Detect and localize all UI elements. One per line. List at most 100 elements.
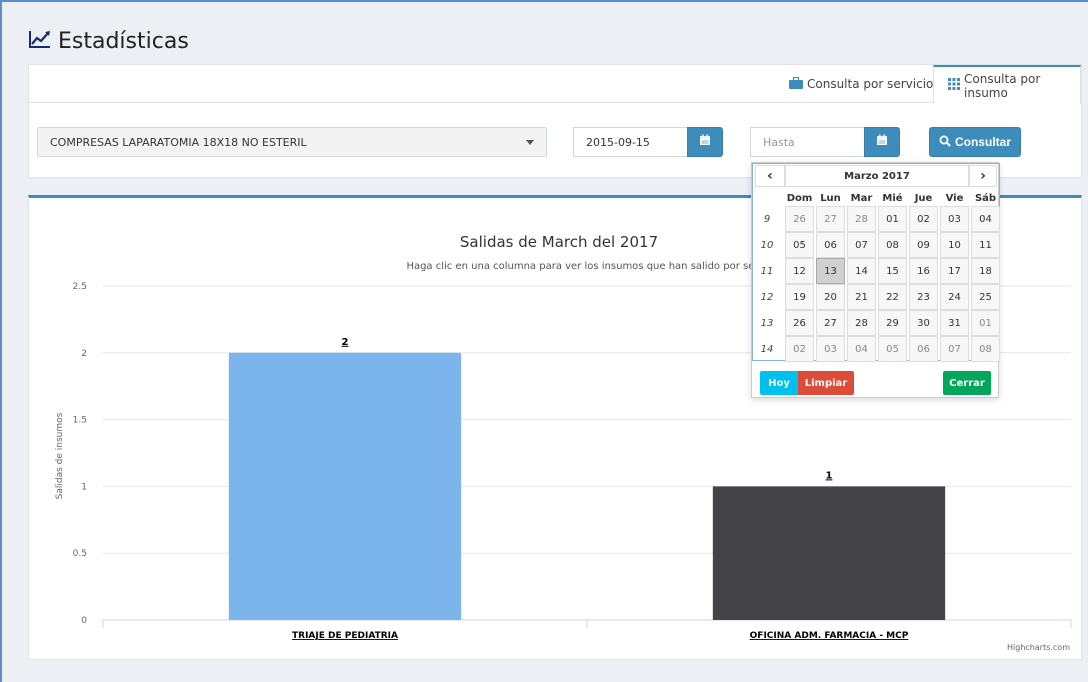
calendar-day[interactable]: 24 bbox=[940, 284, 969, 310]
tab-label: Consulta por servicio bbox=[807, 77, 934, 91]
calendar-day[interactable]: 02 bbox=[909, 206, 938, 232]
next-month-button[interactable]: › bbox=[969, 165, 997, 187]
tab-consulta-insumo[interactable]: Consulta por insumo bbox=[933, 65, 1081, 104]
calendar-day[interactable]: 27 bbox=[816, 206, 845, 232]
bar-data-label[interactable]: 1 bbox=[826, 470, 833, 481]
calendar-day[interactable]: 26 bbox=[785, 310, 814, 336]
y-tick-label: 0 bbox=[81, 616, 87, 626]
y-axis-label: Salidas de insumos bbox=[55, 412, 65, 499]
week-number: 9 bbox=[763, 214, 771, 225]
desde-date-input[interactable]: 2015-09-15 bbox=[573, 127, 689, 157]
datepicker-popup: ‹ Marzo 2017 › Dom Lun Mar Mié Jue Vie Sáb 9 26… bbox=[751, 162, 1000, 398]
caret-down-icon bbox=[526, 140, 534, 145]
week-number: 14 bbox=[760, 344, 774, 355]
calendar-day[interactable]: 23 bbox=[909, 284, 938, 310]
calendar-day[interactable]: 15 bbox=[878, 258, 907, 284]
calendar-day[interactable]: 30 bbox=[909, 310, 938, 336]
chart-credits[interactable]: Highcharts.com bbox=[1007, 643, 1070, 652]
day-of-week: Vie bbox=[945, 193, 964, 204]
chart-title: Salidas de March del 2017 bbox=[460, 233, 658, 251]
calendar-day[interactable]: 12 bbox=[785, 258, 814, 284]
calendar-day[interactable]: 08 bbox=[878, 232, 907, 258]
desde-calendar-button[interactable] bbox=[687, 127, 723, 157]
calendar-day[interactable]: 25 bbox=[971, 284, 1000, 310]
calendar-day[interactable]: 03 bbox=[940, 206, 969, 232]
calendar-day[interactable]: 09 bbox=[909, 232, 938, 258]
calendar-day[interactable]: 16 bbox=[909, 258, 938, 284]
prev-month-button[interactable]: ‹ bbox=[755, 165, 785, 187]
limpiar-button[interactable]: Limpiar bbox=[798, 371, 854, 395]
calendar-day[interactable]: 17 bbox=[940, 258, 969, 284]
day-of-week: Dom bbox=[786, 193, 813, 204]
calendar-day[interactable]: 04 bbox=[847, 336, 876, 362]
day-of-week: Mié bbox=[882, 193, 903, 204]
day-of-week: Sáb bbox=[974, 193, 997, 204]
cerrar-label: Cerrar bbox=[949, 377, 985, 389]
y-tick-label: 1 bbox=[81, 482, 87, 492]
calendar-day[interactable]: 06 bbox=[816, 232, 845, 258]
x-category-label[interactable]: TRIAJE DE PEDIATRIA bbox=[292, 631, 398, 641]
calendar-day[interactable]: 29 bbox=[878, 310, 907, 336]
calendar-day[interactable]: 27 bbox=[816, 310, 845, 336]
product-select-value: COMPRESAS LAPARATOMIA 18X18 NO ESTERIL bbox=[50, 135, 307, 149]
briefcase-icon bbox=[789, 76, 803, 92]
limpiar-label: Limpiar bbox=[804, 377, 848, 389]
calendar-day[interactable]: 21 bbox=[847, 284, 876, 310]
chevron-right-icon: › bbox=[980, 168, 986, 184]
calendar-day[interactable]: 26 bbox=[785, 206, 814, 232]
calendar-day[interactable]: 01 bbox=[878, 206, 907, 232]
week-number: 13 bbox=[760, 318, 774, 329]
calendar-day[interactable]: 05 bbox=[878, 336, 907, 362]
tab-bar: Consulta por servicio Consulta por insum… bbox=[29, 65, 1081, 104]
y-tick-label: 2.5 bbox=[73, 282, 87, 292]
month-label[interactable]: Marzo 2017 bbox=[785, 165, 969, 187]
bar-data-label[interactable]: 2 bbox=[342, 337, 349, 348]
calendar-day[interactable]: 07 bbox=[940, 336, 969, 362]
calendar-icon bbox=[876, 133, 888, 151]
calendar-day[interactable]: 18 bbox=[971, 258, 1000, 284]
y-axis-ticks: 0 0.5 1 1.5 2 2.5 bbox=[73, 282, 88, 626]
chart-subtitle: Haga clic en una columna para ver los in… bbox=[406, 261, 781, 272]
calendar-day[interactable]: 11 bbox=[971, 232, 1000, 258]
calendar-day[interactable]: 08 bbox=[971, 336, 1000, 362]
hasta-date-input[interactable]: Hasta bbox=[750, 127, 866, 157]
x-category-label[interactable]: OFICINA ADM. FARMACIA - MCP bbox=[750, 631, 909, 641]
calendar-day[interactable]: 28 bbox=[847, 310, 876, 336]
calendar-day[interactable]: 05 bbox=[785, 232, 814, 258]
calendar-day[interactable]: 02 bbox=[785, 336, 814, 362]
calendar-day[interactable]: 06 bbox=[909, 336, 938, 362]
calendar-day[interactable]: 13 bbox=[816, 258, 845, 284]
calendar-day[interactable]: 03 bbox=[816, 336, 845, 362]
consultar-button[interactable]: Consultar bbox=[929, 127, 1021, 157]
hoy-button[interactable]: Hoy bbox=[760, 371, 798, 395]
tab-label: Consulta por insumo bbox=[964, 71, 1041, 100]
hasta-placeholder: Hasta bbox=[763, 135, 795, 149]
calendar-day[interactable]: 07 bbox=[847, 232, 876, 258]
line-chart-icon bbox=[28, 29, 52, 54]
week-number: 11 bbox=[760, 266, 774, 277]
day-of-week: Mar bbox=[850, 193, 873, 204]
bar[interactable] bbox=[228, 352, 462, 620]
calendar-day[interactable]: 31 bbox=[940, 310, 969, 336]
bar[interactable] bbox=[712, 486, 946, 620]
calendar-day[interactable]: 01 bbox=[971, 310, 1000, 336]
search-icon bbox=[939, 135, 951, 150]
calendar-day[interactable]: 04 bbox=[971, 206, 1000, 232]
calendar-day[interactable]: 10 bbox=[940, 232, 969, 258]
tab-consulta-servicio[interactable]: Consulta por servicio bbox=[775, 65, 947, 103]
calendar-day[interactable]: 28 bbox=[847, 206, 876, 232]
calendar-day[interactable]: 22 bbox=[878, 284, 907, 310]
calendar-day[interactable]: 19 bbox=[785, 284, 814, 310]
y-tick-label: 2 bbox=[81, 349, 87, 359]
x-axis-labels: TRIAJE DE PEDIATRIA OFICINA ADM. FARMACIA… bbox=[292, 631, 909, 641]
calendar-day[interactable]: 14 bbox=[847, 258, 876, 284]
page-title: Estadísticas bbox=[58, 28, 189, 54]
cerrar-button[interactable]: Cerrar bbox=[943, 371, 991, 395]
hasta-calendar-button[interactable] bbox=[864, 127, 900, 157]
page-header: Estadísticas bbox=[28, 26, 189, 56]
week-number: 12 bbox=[760, 292, 774, 303]
calendar-icon bbox=[699, 133, 711, 151]
calendar-day[interactable]: 20 bbox=[816, 284, 845, 310]
product-select[interactable]: COMPRESAS LAPARATOMIA 18X18 NO ESTERIL bbox=[37, 127, 547, 157]
grid-icon bbox=[948, 78, 960, 93]
